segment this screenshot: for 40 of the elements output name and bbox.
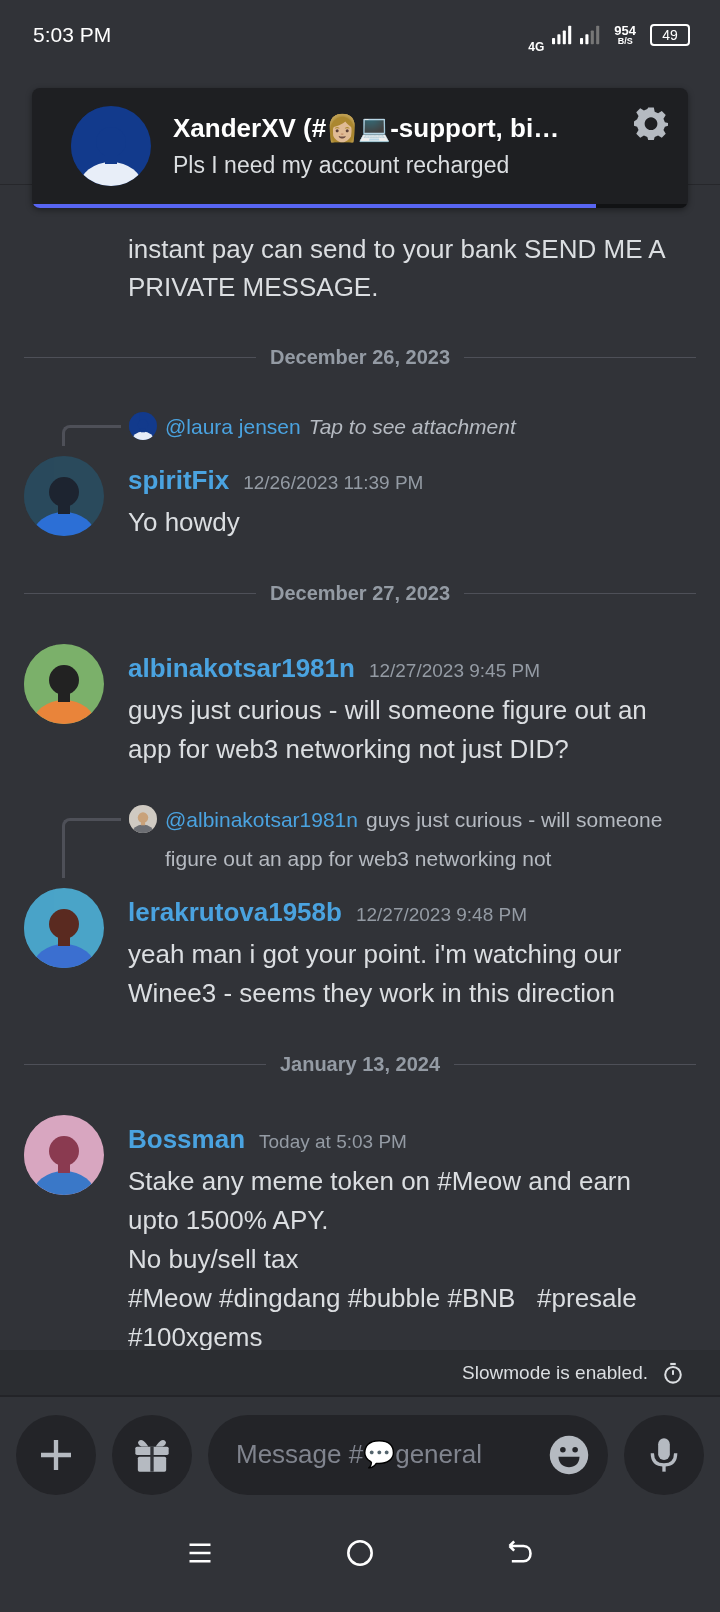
date-divider: January 13, 2024 — [279, 1052, 441, 1076]
notification-body: Pls I need my account recharged — [173, 152, 511, 179]
message-text: Yo howdy — [128, 506, 241, 539]
timestamp: 12/27/2023 9:48 PM — [355, 903, 528, 927]
battery-indicator: 49 — [650, 24, 690, 46]
timestamp: 12/26/2023 11:39 PM — [243, 471, 424, 495]
timestamp: 12/27/2023 9:45 PM — [368, 659, 541, 683]
emoji-icon[interactable] — [548, 1433, 590, 1476]
message-bar[interactable]: Message #💬general — [208, 1414, 608, 1495]
network-speed: 954 — [614, 24, 636, 37]
signal-icon — [552, 25, 573, 45]
reply-connector — [62, 425, 121, 446]
settings-icon[interactable] — [634, 106, 668, 140]
timer-icon — [662, 1361, 684, 1384]
timestamp: Today at 5:03 PM — [259, 1130, 407, 1154]
slowmode-text: Slowmode is enabled. — [462, 1361, 648, 1384]
message-text: yeah man i got your point. i'm watching our Winee3 - seems they work in this direction — [128, 938, 623, 1010]
clock-time: 5:03 PM — [33, 23, 112, 47]
notification-title: XanderXV (#👩🏼💻-support, bi… — [173, 113, 561, 144]
notification-banner[interactable]: XanderXV (#👩🏼💻-support, bi… Pls I need my account recharged — [32, 88, 688, 208]
date-divider: December 26, 2023 — [269, 345, 451, 369]
reply-connector — [62, 818, 121, 878]
username[interactable]: spiritFix — [128, 460, 230, 500]
username[interactable]: albinakotsar1981n — [128, 648, 355, 688]
message-text: guys just curious - will someone figure out an app for web3 networking not just DID? — [128, 694, 648, 766]
signal-icon — [580, 25, 601, 45]
date-divider: December 27, 2023 — [269, 581, 451, 605]
reply-preview[interactable]: @laura jensen Tap to see attachment — [129, 407, 675, 446]
reply-text: @laura jensen Tap to see attachment — [165, 414, 518, 440]
mention-link[interactable]: @albinakotsar1981n — [165, 808, 358, 831]
mention-link[interactable]: @laura jensen — [165, 415, 301, 438]
home-icon[interactable] — [346, 1539, 374, 1567]
message-input[interactable]: Message #💬general — [234, 1438, 548, 1471]
speed-unit: B/S — [617, 37, 633, 46]
username[interactable]: lerakrutova1958b — [128, 892, 342, 932]
reply-text: @albinakotsar1981n guys just curious - will someone figure out an app for web3 networking not — [165, 807, 664, 872]
message-text: instant pay can send to your bank SEND ME A PRIVATE MESSAGE. — [127, 233, 666, 304]
username[interactable]: Bossman — [128, 1119, 246, 1159]
network-type: 4G — [528, 40, 545, 54]
reply-preview[interactable]: @albinakotsar1981n guys just curious - will someone figure out an app for web3 networking not — [129, 800, 675, 878]
